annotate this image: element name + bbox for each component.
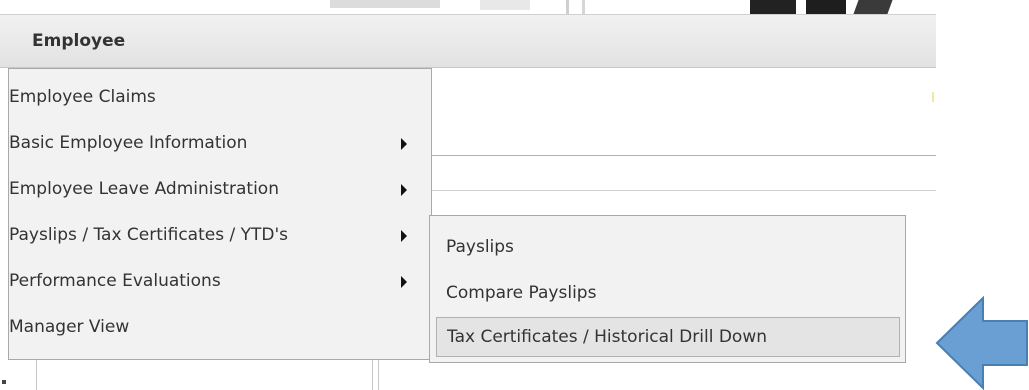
page-divider <box>372 360 373 390</box>
menu-item-label: Performance Evaluations <box>9 271 221 291</box>
submenu-item-label: Compare Payslips <box>446 283 597 303</box>
menu-item-label: Employee Leave Administration <box>9 179 279 199</box>
submenu-arrow-icon <box>401 276 407 288</box>
page-divider <box>378 360 379 390</box>
payslips-submenu: Payslips Compare Payslips Tax Certificat… <box>429 215 906 363</box>
submenu-item-tax-certificates-historical-drill-down[interactable]: Tax Certificates / Historical Drill Down <box>436 317 900 357</box>
menu-item-employee-leave-administration[interactable]: Employee Leave Administration <box>9 167 431 213</box>
page-marker <box>2 380 6 384</box>
menu-item-basic-employee-information[interactable]: Basic Employee Information <box>9 121 431 167</box>
left-arrow-icon <box>935 296 1028 390</box>
menu-item-payslips-tax-certificates[interactable]: Payslips / Tax Certificates / YTD's <box>9 213 431 259</box>
menu-item-performance-evaluations[interactable]: Performance Evaluations <box>9 259 431 305</box>
submenu-arrow-icon <box>401 184 407 196</box>
menu-header-title[interactable]: Employee <box>32 31 125 51</box>
page-divider <box>36 360 37 390</box>
menu-item-employee-claims[interactable]: Employee Claims <box>9 75 431 121</box>
page-decoration <box>932 92 934 102</box>
submenu-arrow-icon <box>401 138 407 150</box>
submenu-item-label: Payslips <box>446 237 514 257</box>
menu-item-label: Employee Claims <box>9 87 156 107</box>
menu-item-label: Basic Employee Information <box>9 133 248 153</box>
menu-header-bar: Employee <box>0 14 936 68</box>
page-divider <box>430 155 936 156</box>
page-divider <box>430 190 936 191</box>
header-banner-image <box>330 0 893 14</box>
submenu-item-payslips[interactable]: Payslips <box>436 228 900 268</box>
submenu-item-label: Tax Certificates / Historical Drill Down <box>447 327 768 347</box>
submenu-arrow-icon <box>401 230 407 242</box>
menu-item-label: Manager View <box>9 317 130 337</box>
submenu-item-compare-payslips[interactable]: Compare Payslips <box>436 274 900 314</box>
employee-dropdown-menu: Employee Claims Basic Employee Informati… <box>8 68 432 360</box>
menu-item-label: Payslips / Tax Certificates / YTD's <box>9 225 288 245</box>
menu-item-manager-view[interactable]: Manager View <box>9 305 431 351</box>
